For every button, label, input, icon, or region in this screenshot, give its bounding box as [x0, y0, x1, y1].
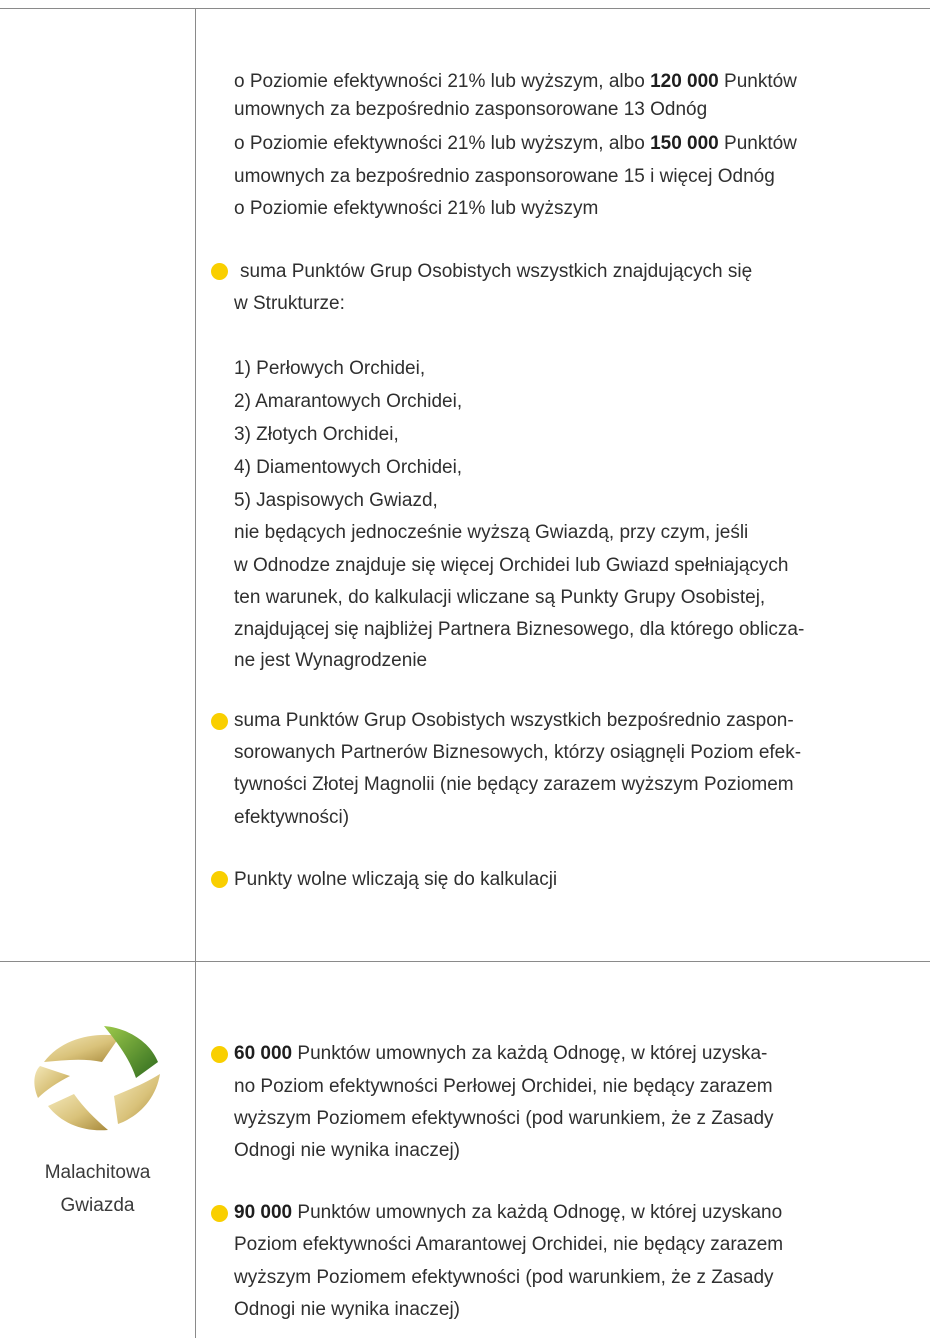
bullet-90000-line-1: 90 000 Punktów umownych za każdą Odnogę,… [234, 1202, 783, 1223]
structure-tail-line-2: w Odnodze znajduje się więcej Orchidei l… [234, 555, 789, 576]
sponsored-bullet-line-4: efektywności) [234, 807, 350, 828]
bullet-60000-line-2: no Poziom efektywności Perłowej Orchidei… [234, 1076, 773, 1097]
structure-tail-line-4: znajdującej się najbliżej Partnera Bizne… [234, 619, 805, 640]
table-row-divider [0, 961, 930, 962]
intro-line-1: o Poziomie efektywności 21% lub wyższym,… [234, 71, 797, 92]
structure-item-5: 5) Jaspisowych Gwiazd, [234, 490, 438, 511]
sponsored-bullet-line-3: tywności Złotej Magnolii (nie będący zar… [234, 774, 794, 795]
structure-bullet-line-2: w Strukturze: [234, 293, 345, 314]
bullet-90000-line-3: wyższym Poziomem efektywności (pod warun… [234, 1267, 774, 1288]
free-points-bullet: Punkty wolne wliczają się do kalkulacji [234, 869, 558, 890]
bullet-60000-line-3: wyższym Poziomem efektywności (pod warun… [234, 1108, 774, 1129]
yellow-dot-icon [211, 263, 228, 280]
bullet-90000-line-4: Odnogi nie wynika inaczej) [234, 1299, 461, 1320]
points-60000: 60 000 [234, 1043, 293, 1064]
structure-tail-line-3: ten warunek, do kalkulacji wliczane są P… [234, 587, 766, 608]
yellow-dot-icon [211, 1205, 228, 1222]
bullet-60000-line-4: Odnogi nie wynika inaczej) [234, 1140, 461, 1161]
points-150000: 150 000 [650, 133, 719, 154]
yellow-dot-icon [211, 713, 228, 730]
intro-line-2: umownych za bezpośrednio zasponsorowane … [234, 99, 708, 120]
intro-line-5: o Poziomie efektywności 21% lub wyższym [234, 198, 599, 219]
points-90000: 90 000 [234, 1202, 293, 1223]
points-120000: 120 000 [650, 71, 719, 92]
structure-tail-line-5: ne jest Wynagrodzenie [234, 650, 428, 671]
structure-bullet-line-1: suma Punktów Grup Osobistych wszystkich … [240, 261, 753, 282]
structure-tail-line-1: nie będących jednocześnie wyższą Gwiazdą… [234, 522, 749, 543]
yellow-dot-icon [211, 871, 228, 888]
bullet-90000-line-2: Poziom efektywności Amarantowej Orchidei… [234, 1234, 784, 1255]
structure-item-2: 2) Amarantowych Orchidei, [234, 391, 463, 412]
level-name-line-2: Gwiazda [60, 1195, 135, 1216]
table-column-divider [195, 8, 196, 1338]
intro-line-3: o Poziomie efektywności 21% lub wyższym,… [234, 133, 797, 154]
intro-line-4: umownych za bezpośrednio zasponsorowane … [234, 166, 775, 187]
level-name-line-1: Malachitowa [44, 1162, 151, 1183]
bullet-60000-line-1: 60 000 Punktów umownych za każdą Odnogę,… [234, 1043, 768, 1064]
yellow-dot-icon [211, 1046, 228, 1063]
structure-item-3: 3) Złotych Orchidei, [234, 424, 399, 445]
sponsored-bullet-line-1: suma Punktów Grup Osobistych wszystkich … [234, 710, 794, 731]
table-top-border [0, 8, 930, 9]
sponsored-bullet-line-2: sorowanych Partnerów Biznesowych, którzy… [234, 742, 802, 763]
malachite-star-emblem-icon [32, 1018, 162, 1132]
structure-item-4: 4) Diamentowych Orchidei, [234, 457, 463, 478]
structure-item-1: 1) Perłowych Orchidei, [234, 358, 426, 379]
